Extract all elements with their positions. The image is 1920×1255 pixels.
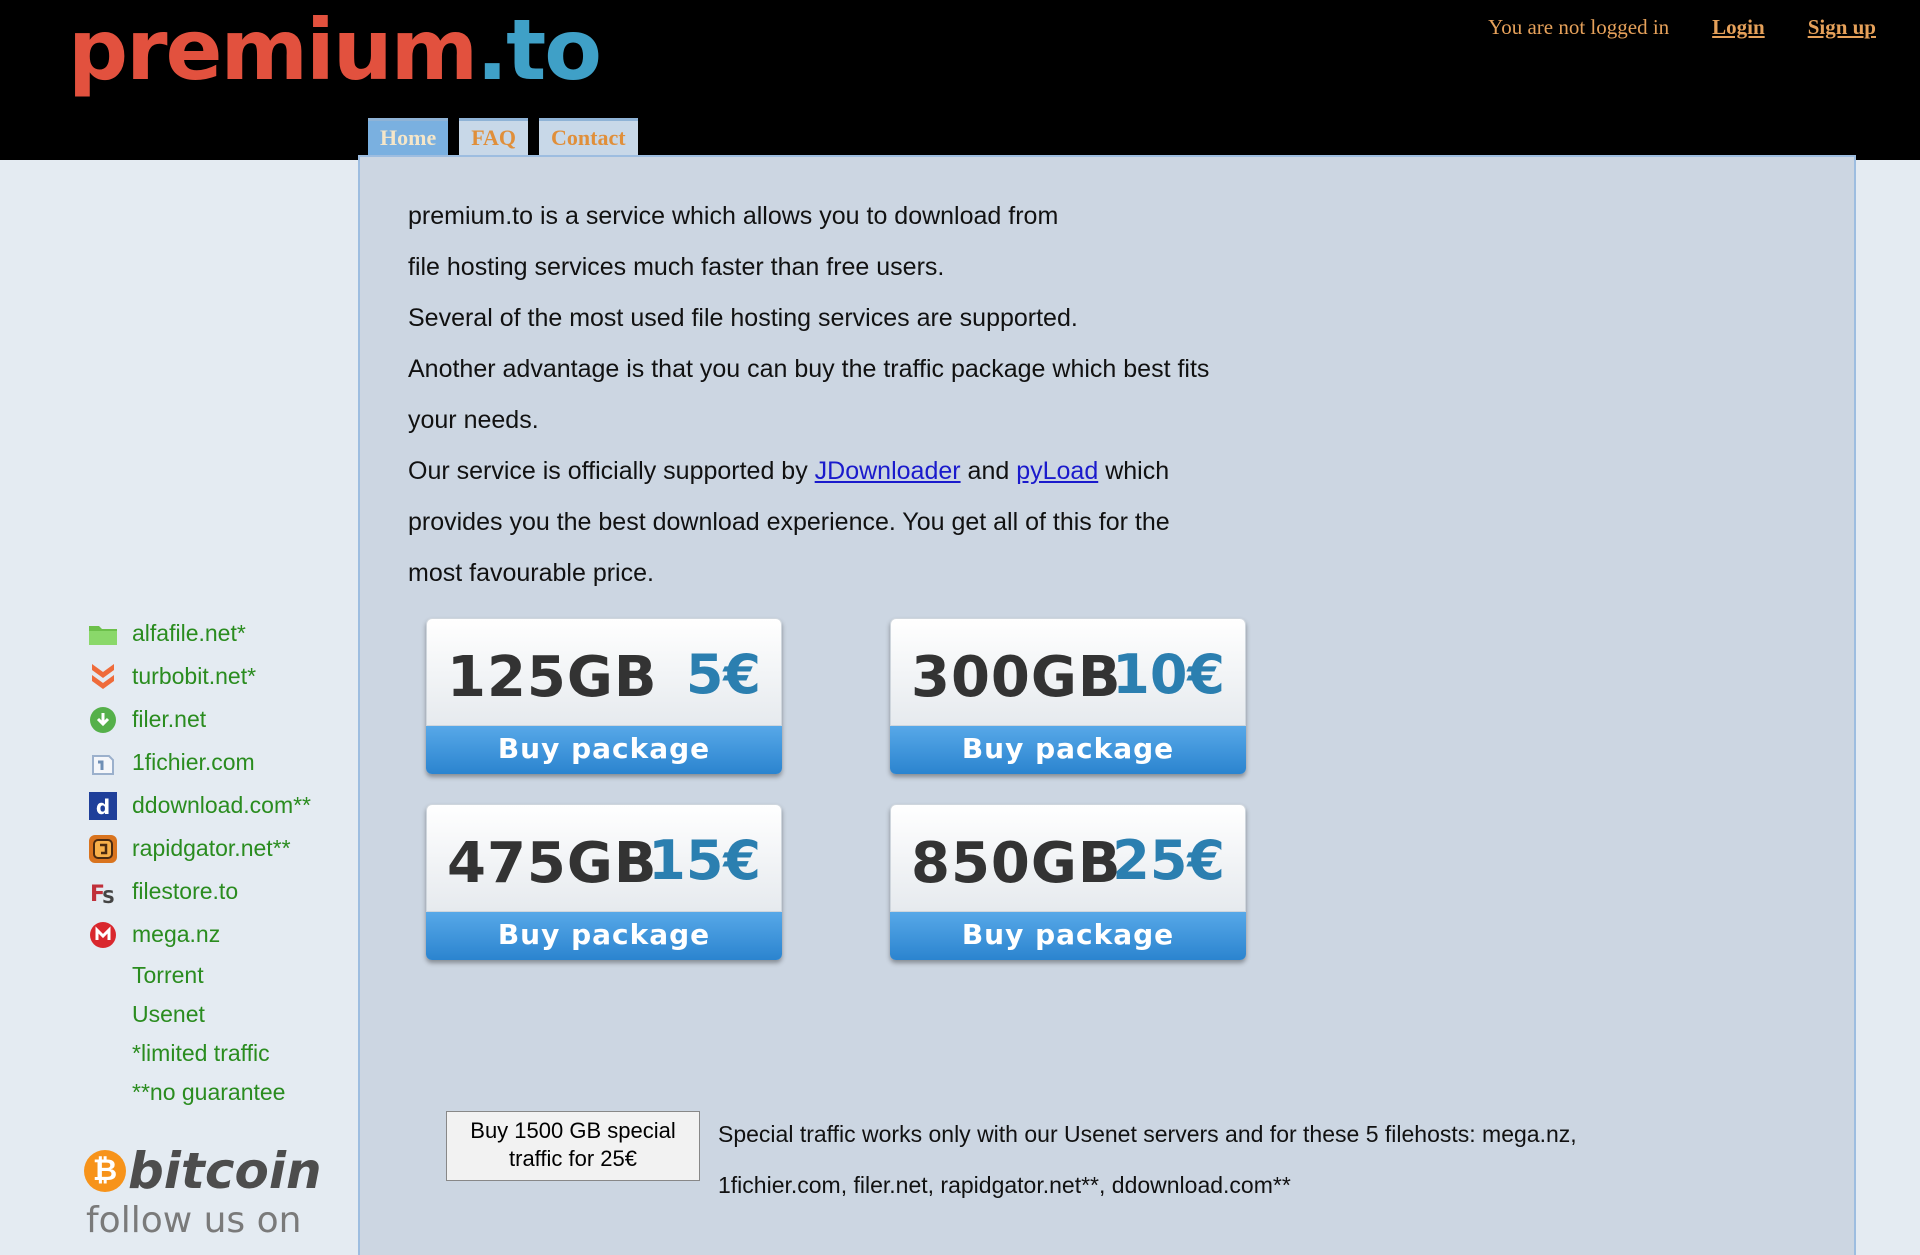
intro-line: Another advantage is that you can buy th… bbox=[408, 355, 1210, 383]
rapidgator-icon bbox=[88, 834, 118, 864]
tab-contact[interactable]: Contact bbox=[539, 118, 638, 155]
special-button-line: Buy 1500 GB special bbox=[470, 1118, 676, 1143]
special-traffic-note: Special traffic works only with our Usen… bbox=[718, 1109, 1678, 1211]
bitcoin-logo[interactable]: ₿ bitcoin bbox=[84, 1142, 322, 1200]
host-label: mega.nz bbox=[132, 921, 221, 947]
special-note-line: 1fichier.com, filer.net, rapidgator.net*… bbox=[718, 1172, 1291, 1198]
host-label: 1fichier.com bbox=[132, 749, 255, 775]
logo-text-main: premium bbox=[68, 1, 478, 99]
special-button-line: traffic for 25€ bbox=[509, 1146, 637, 1171]
package-header: 125GB 5€ bbox=[426, 618, 782, 726]
download-circle-icon bbox=[88, 705, 118, 735]
jdownloader-link[interactable]: JDownloader bbox=[815, 457, 961, 485]
host-usenet[interactable]: Usenet bbox=[88, 995, 311, 1034]
pyload-link[interactable]: pyLoad bbox=[1016, 457, 1098, 485]
d-icon: d bbox=[88, 791, 118, 821]
main-content: premium.to is a service which allows you… bbox=[358, 155, 1856, 1255]
login-status: You are not logged in bbox=[1488, 15, 1670, 39]
package-price: 5€ bbox=[685, 643, 761, 706]
no-guarantee-note: **no guarantee bbox=[132, 1079, 286, 1105]
buy-package-button[interactable]: Buy package bbox=[890, 726, 1246, 774]
package-price: 15€ bbox=[648, 829, 761, 892]
intro-text-span: which bbox=[1105, 457, 1170, 485]
host-label: rapidgator.net** bbox=[132, 835, 291, 861]
special-note-line: Special traffic works only with our Usen… bbox=[718, 1121, 1577, 1147]
folder-icon bbox=[88, 619, 118, 649]
package-300gb[interactable]: 300GB 10€ Buy package bbox=[890, 618, 1246, 774]
intro-line: premium.to is a service which allows you… bbox=[408, 202, 1059, 230]
host-sidebar: alfafile.net* turbobit.net* filer.net 1f… bbox=[88, 612, 311, 1112]
svg-text:d: d bbox=[96, 795, 110, 819]
host-label: ddownload.com** bbox=[132, 792, 312, 818]
header-bar: premium.to You are not logged in Login S… bbox=[0, 0, 1920, 160]
fichier-icon bbox=[88, 748, 118, 778]
buy-package-button[interactable]: Buy package bbox=[426, 726, 782, 774]
fs-icon: FS bbox=[88, 877, 118, 907]
host-ddownload[interactable]: d ddownload.com** bbox=[88, 784, 311, 827]
intro-line-links: Our service is officially supported by J… bbox=[408, 446, 1308, 497]
limited-traffic-note: *limited traffic bbox=[132, 1040, 270, 1066]
host-filestore[interactable]: FS filestore.to bbox=[88, 870, 311, 913]
follow-us-text: follow us on bbox=[86, 1200, 302, 1241]
host-turbobit[interactable]: turbobit.net* bbox=[88, 655, 311, 698]
intro-line: your needs. bbox=[408, 406, 539, 434]
package-size: 850GB bbox=[911, 831, 1122, 896]
tab-home[interactable]: Home bbox=[368, 118, 449, 155]
chevrons-icon bbox=[88, 662, 118, 692]
logo-text-tld: .to bbox=[476, 1, 602, 99]
mega-icon bbox=[88, 920, 118, 950]
buy-special-traffic-button[interactable]: Buy 1500 GB special traffic for 25€ bbox=[446, 1111, 700, 1181]
host-filer[interactable]: filer.net bbox=[88, 698, 311, 741]
host-rapidgator[interactable]: rapidgator.net** bbox=[88, 827, 311, 870]
intro-line: provides you the best download experienc… bbox=[408, 508, 1170, 536]
intro-text: premium.to is a service which allows you… bbox=[408, 191, 1308, 599]
package-size: 125GB bbox=[447, 645, 658, 710]
host-label: filer.net bbox=[132, 706, 207, 732]
package-size: 300GB bbox=[911, 645, 1122, 710]
host-alfafile[interactable]: alfafile.net* bbox=[88, 612, 311, 655]
package-price: 25€ bbox=[1112, 829, 1225, 892]
login-link[interactable]: Login bbox=[1712, 15, 1765, 40]
host-label: filestore.to bbox=[132, 878, 239, 904]
bitcoin-icon: ₿ bbox=[84, 1150, 126, 1192]
host-label: turbobit.net* bbox=[132, 663, 257, 689]
buy-package-button[interactable]: Buy package bbox=[426, 912, 782, 960]
site-logo[interactable]: premium.to bbox=[68, 1, 602, 99]
buy-package-button[interactable]: Buy package bbox=[890, 912, 1246, 960]
nav-tabs: Home FAQ Contact bbox=[368, 118, 649, 155]
package-125gb[interactable]: 125GB 5€ Buy package bbox=[426, 618, 782, 774]
package-475gb[interactable]: 475GB 15€ Buy package bbox=[426, 804, 782, 960]
host-mega[interactable]: mega.nz bbox=[88, 913, 311, 956]
intro-text-span: and bbox=[967, 457, 1010, 485]
bitcoin-wordmark: bitcoin bbox=[128, 1142, 322, 1200]
package-header: 850GB 25€ bbox=[890, 804, 1246, 912]
package-size: 475GB bbox=[447, 831, 658, 896]
host-torrent[interactable]: Torrent bbox=[88, 956, 311, 995]
intro-text-span: Our service is officially supported by bbox=[408, 457, 808, 485]
package-header: 475GB 15€ bbox=[426, 804, 782, 912]
host-1fichier[interactable]: 1fichier.com bbox=[88, 741, 311, 784]
intro-line: file hosting services much faster than f… bbox=[408, 253, 945, 281]
intro-line: most favourable price. bbox=[408, 559, 654, 587]
svg-text:S: S bbox=[102, 887, 115, 906]
package-850gb[interactable]: 850GB 25€ Buy package bbox=[890, 804, 1246, 960]
signup-link[interactable]: Sign up bbox=[1808, 15, 1876, 40]
host-label: alfafile.net* bbox=[132, 620, 246, 646]
tab-faq[interactable]: FAQ bbox=[459, 118, 529, 155]
package-price: 10€ bbox=[1112, 643, 1225, 706]
user-bar: You are not logged in Login Sign up bbox=[1488, 15, 1876, 40]
intro-line: Several of the most used file hosting se… bbox=[408, 304, 1078, 332]
package-header: 300GB 10€ bbox=[890, 618, 1246, 726]
